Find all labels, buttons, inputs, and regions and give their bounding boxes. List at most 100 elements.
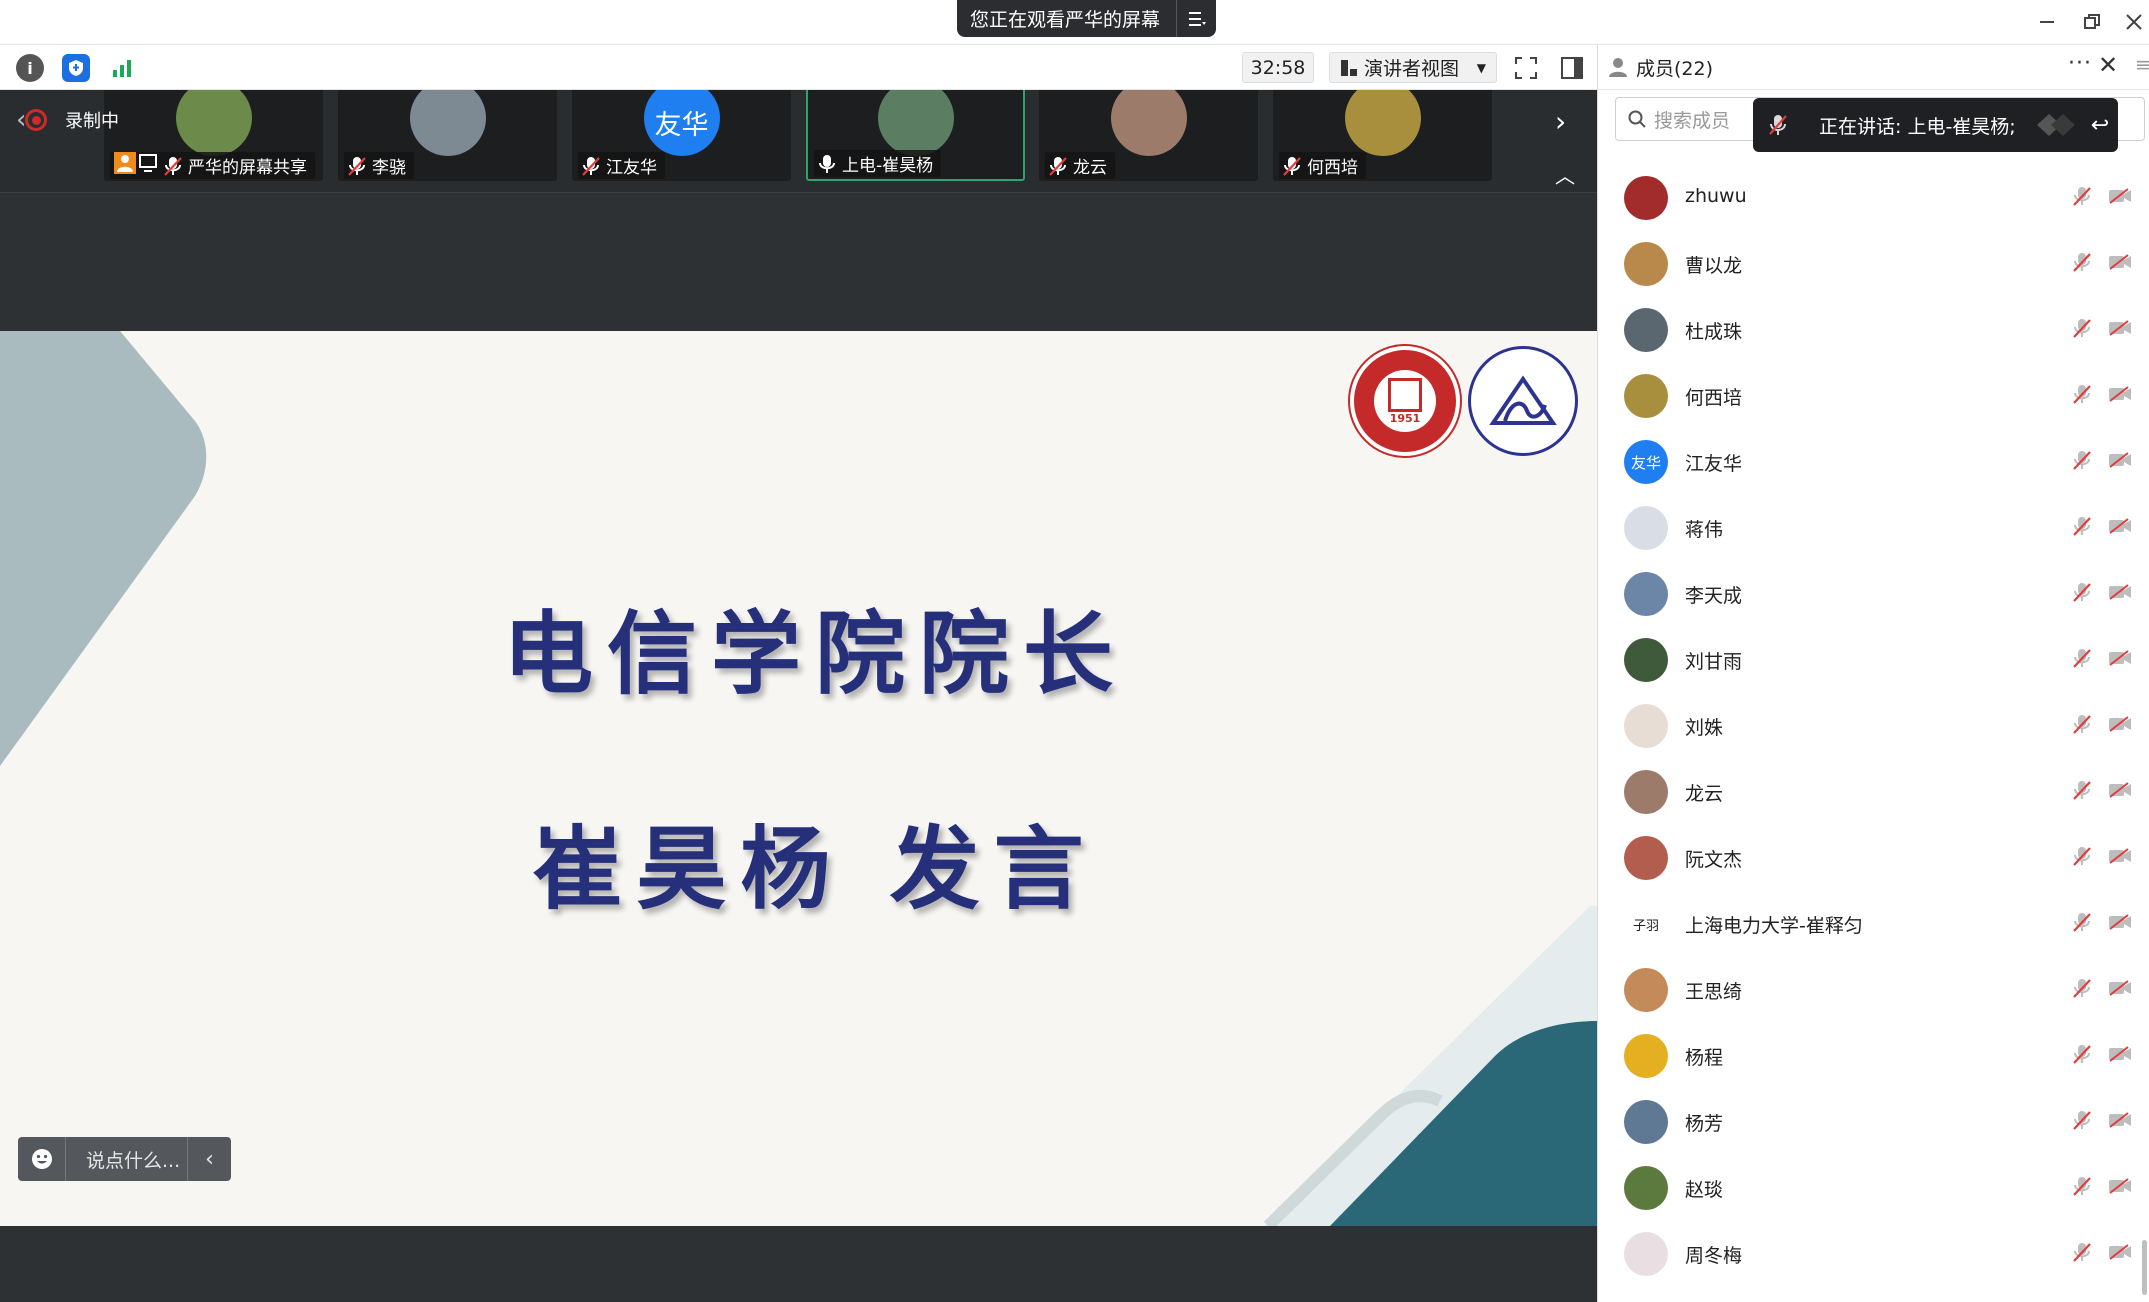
mic-muted-icon[interactable] <box>2073 1176 2091 1200</box>
mic-muted-icon[interactable] <box>2073 1242 2091 1266</box>
camera-off-icon[interactable] <box>2108 254 2132 274</box>
mic-muted-icon[interactable] <box>2073 582 2091 606</box>
member-list-scrollbar[interactable] <box>2142 1240 2147 1295</box>
participant-name: 李骁 <box>372 158 406 178</box>
member-name: 江友华 <box>1685 453 1743 475</box>
speaking-text: 正在讲话: 上电-崔昊杨; <box>1819 115 2016 138</box>
member-row[interactable]: 蒋伟 <box>1598 495 2149 561</box>
camera-off-icon[interactable] <box>2108 1178 2132 1198</box>
mic-muted-icon[interactable] <box>2073 714 2091 738</box>
camera-off-icon[interactable] <box>2108 650 2132 670</box>
participant-thumbnail[interactable]: 龙云 <box>1039 90 1258 181</box>
mic-muted-icon[interactable] <box>2073 780 2091 804</box>
member-name: 杜成珠 <box>1685 321 1743 343</box>
chat-input-bar[interactable]: 说点什么... ‹ <box>18 1137 231 1181</box>
participant-thumbnail[interactable]: 李骁 <box>338 90 557 181</box>
camera-off-icon[interactable] <box>2108 1112 2132 1132</box>
member-row[interactable]: 杜成珠 <box>1598 297 2149 363</box>
member-row[interactable]: 刘甘雨 <box>1598 627 2149 693</box>
mic-muted-icon[interactable] <box>2073 450 2091 474</box>
camera-off-icon[interactable] <box>2108 1046 2132 1066</box>
member-name: 王思绮 <box>1685 981 1743 1003</box>
member-row[interactable]: 龙云 <box>1598 759 2149 825</box>
close-icon[interactable] <box>2112 3 2149 41</box>
avatar <box>1624 1034 1668 1078</box>
minimize-icon[interactable] <box>2025 3 2069 41</box>
grip-icon[interactable]: ≡ <box>2135 54 2149 76</box>
participant-thumbnail[interactable]: 上电-崔昊杨 <box>806 90 1025 181</box>
member-row[interactable]: 周冬梅 <box>1598 1221 2149 1287</box>
participant-name: 何西培 <box>1307 158 1358 178</box>
member-row[interactable]: 子羽 上海电力大学-崔释匀 <box>1598 891 2149 957</box>
mic-muted-icon[interactable] <box>2073 384 2091 408</box>
person-icon <box>1609 58 1627 77</box>
emoji-icon[interactable] <box>18 1137 66 1181</box>
chat-input[interactable]: 说点什么... <box>66 1146 187 1173</box>
chevron-left-icon[interactable]: ‹ <box>187 1137 231 1181</box>
close-icon[interactable]: ✕ <box>2098 51 2118 79</box>
screen-share-notice: 您正在观看严华的屏幕 <box>957 0 1217 37</box>
member-row[interactable]: 杨程 <box>1598 1023 2149 1089</box>
camera-off-icon[interactable] <box>2108 716 2132 736</box>
restore-icon[interactable] <box>2070 3 2114 41</box>
member-name: zhuwu <box>1685 185 1747 207</box>
signal-icon[interactable] <box>109 54 137 82</box>
member-row[interactable]: 赵琰 <box>1598 1155 2149 1221</box>
participant-thumbnail[interactable]: 何西培 <box>1273 90 1492 181</box>
mic-muted-icon[interactable] <box>2073 846 2091 870</box>
member-row[interactable]: 友华 江友华 <box>1598 429 2149 495</box>
camera-off-icon[interactable] <box>2108 518 2132 538</box>
camera-off-icon[interactable] <box>2108 320 2132 340</box>
camera-off-icon[interactable] <box>2108 452 2132 472</box>
share-notice-text: 您正在观看严华的屏幕 <box>970 9 1161 31</box>
participant-thumbnail[interactable]: 严华的屏幕共享 <box>104 90 323 181</box>
participant-label: 江友华 <box>578 152 665 179</box>
shield-icon[interactable] <box>62 54 90 82</box>
member-row[interactable]: 曹以龙 <box>1598 231 2149 297</box>
mic-muted-icon[interactable] <box>2073 252 2091 276</box>
logo-year: 1951 <box>1389 411 1421 425</box>
info-icon[interactable]: i <box>16 54 44 82</box>
camera-off-icon[interactable] <box>2108 914 2132 934</box>
camera-off-icon[interactable] <box>2108 980 2132 1000</box>
member-name: 刘甘雨 <box>1685 651 1743 673</box>
camera-off-icon[interactable] <box>2108 386 2132 406</box>
avatar <box>1624 572 1668 616</box>
list-icon[interactable] <box>1176 0 1216 37</box>
avatar: 子羽 <box>1624 902 1668 946</box>
mic-muted-icon[interactable] <box>2073 516 2091 540</box>
member-row[interactable]: 王思绮 <box>1598 957 2149 1023</box>
more-icon[interactable]: ··· <box>2068 51 2092 76</box>
member-row[interactable]: 刘姝 <box>1598 693 2149 759</box>
chevron-up-icon[interactable]: ︿ <box>1555 160 1575 189</box>
camera-off-icon[interactable] <box>2108 782 2132 802</box>
camera-off-icon[interactable] <box>2108 1244 2132 1264</box>
avatar <box>1624 308 1668 352</box>
camera-off-icon[interactable] <box>2108 188 2132 208</box>
mic-icon <box>818 154 836 174</box>
member-row[interactable]: 何西培 <box>1598 363 2149 429</box>
camera-off-icon[interactable] <box>2108 848 2132 868</box>
member-name: 阮文杰 <box>1685 849 1743 871</box>
member-row[interactable]: 阮文杰 <box>1598 825 2149 891</box>
participant-thumbnail[interactable]: 友华 江友华 <box>572 90 791 181</box>
mic-muted-icon[interactable] <box>2073 978 2091 1002</box>
mic-muted-icon[interactable] <box>2073 1110 2091 1134</box>
mic-muted-icon[interactable] <box>2073 318 2091 342</box>
member-row[interactable]: 李天成 <box>1598 561 2149 627</box>
camera-off-icon[interactable] <box>2108 584 2132 604</box>
mic-muted-icon[interactable] <box>2073 912 2091 936</box>
fullscreen-icon[interactable] <box>1512 54 1540 82</box>
members-panel: 成员(22) ··· ✕ ≡ 搜索成员 正在讲话: 上电-崔昊杨; ↩ zhuw… <box>1597 45 2149 1302</box>
reply-icon[interactable]: ↩ <box>2082 113 2118 138</box>
member-row[interactable]: 杨芳 <box>1598 1089 2149 1155</box>
sidebar-toggle-icon[interactable] <box>1558 54 1586 82</box>
mic-muted-icon[interactable] <box>2073 1044 2091 1068</box>
view-mode-select[interactable]: 演讲者视图 ▼ <box>1329 52 1497 83</box>
chevron-right-icon[interactable]: › <box>1555 105 1566 138</box>
main-stage: ‹ 严华的屏幕共享 李骁 友华 江友华 上电-崔昊杨 龙云 何西培 录制中 › ︿ 1951… <box>0 90 1597 1302</box>
mic-muted-icon[interactable] <box>2073 186 2091 210</box>
speaking-indicator: 正在讲话: 上电-崔昊杨; ↩ <box>1753 98 2118 152</box>
mic-muted-icon[interactable] <box>2073 648 2091 672</box>
member-row[interactable]: zhuwu <box>1598 165 2149 231</box>
